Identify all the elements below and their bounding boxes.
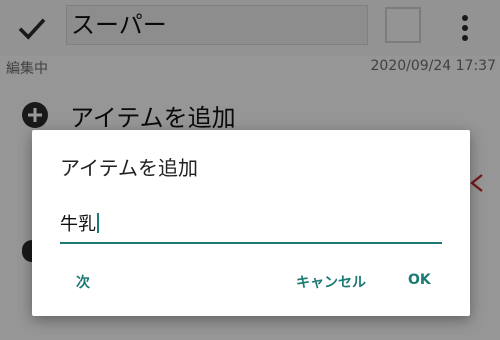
cancel-button[interactable]: キャンセル (296, 272, 366, 292)
dialog-title: アイテムを追加 (60, 156, 198, 180)
ok-button[interactable]: OK (408, 272, 431, 288)
text-caret (97, 213, 99, 233)
item-name-input[interactable]: 牛乳 (60, 212, 442, 244)
next-button[interactable]: 次 (76, 272, 90, 292)
add-item-dialog: アイテムを追加 牛乳 次 キャンセル OK (32, 130, 470, 316)
item-name-value: 牛乳 (60, 214, 96, 235)
